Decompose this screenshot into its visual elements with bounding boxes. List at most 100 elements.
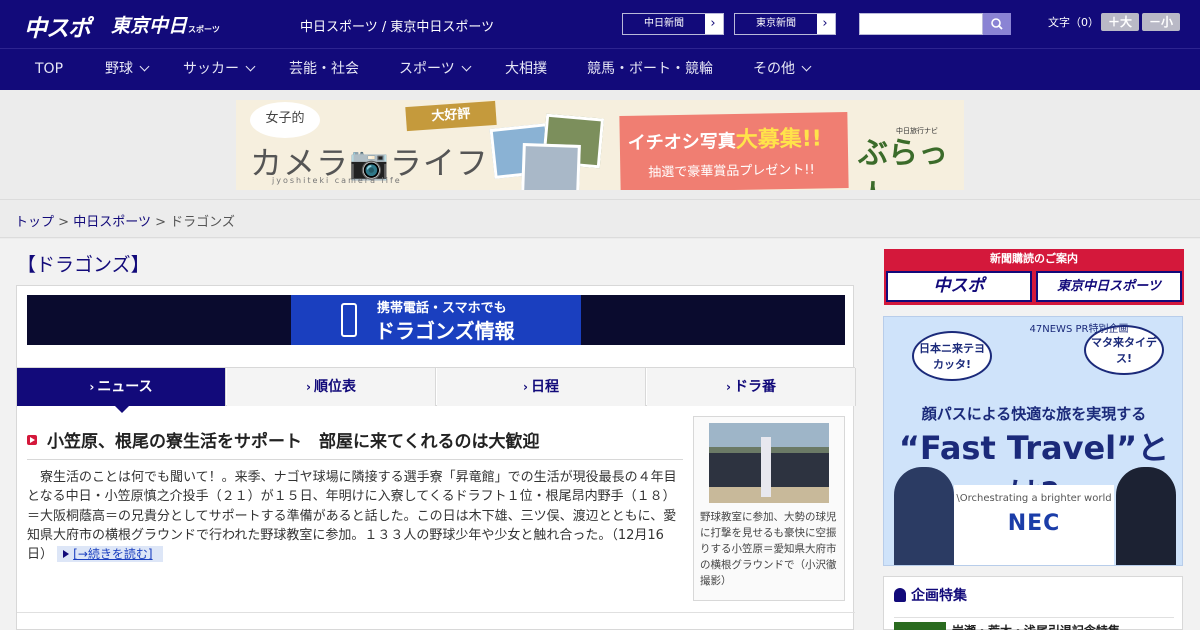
chuspo-logo[interactable]: 中スポ <box>24 9 91 43</box>
top-header: 中スポ 東京中日スポーツ 中日スポーツ / 東京中日スポーツ 中日新聞 › 東京… <box>0 0 1200 48</box>
tab-standings[interactable]: › 順位表 <box>227 368 436 406</box>
nav-label: 大相撲 <box>505 61 547 77</box>
ribbon-badge-icon <box>894 588 906 602</box>
tokyo-shimbun-label: 東京新聞 <box>735 14 817 34</box>
nav-item-entertainment[interactable]: 芸能・社会 <box>289 49 359 90</box>
banner-brand: ぶらっ人 <box>858 136 948 190</box>
subscribe-box: 新聞購読のご案内 中スポ 東京中日スポーツ <box>884 249 1184 305</box>
subscribe-chuspo-button[interactable]: 中スポ <box>886 271 1032 302</box>
breadcrumb-current: ドラゴンズ <box>170 215 235 230</box>
nav-label: 芸能・社会 <box>289 61 359 77</box>
tokyo-shimbun-link[interactable]: 東京新聞 › <box>734 13 836 35</box>
article-photo[interactable]: 野球教室に参加、大勢の球児に打撃を見せるも豪快に空振りする小笠原＝愛知県大府市の… <box>693 416 845 601</box>
banner-promo-sub: 抽選で豪華賞品プレゼント!! <box>648 162 815 181</box>
breadcrumb-bar: トップ > 中日スポーツ > ドラゴンズ <box>0 199 1200 238</box>
tokyo-chunichi-logo[interactable]: 東京中日スポーツ <box>111 11 220 38</box>
breadcrumb: トップ > 中日スポーツ > ドラゴンズ <box>15 211 235 230</box>
ad-person-left <box>894 467 954 565</box>
subscribe-tokyo-button[interactable]: 東京中日スポーツ <box>1036 271 1182 302</box>
chevron-down-icon <box>245 61 256 72</box>
nav-item-top[interactable]: TOP <box>35 49 63 90</box>
banner-photo <box>521 143 581 190</box>
chunichi-shimbun-label: 中日新聞 <box>623 14 705 34</box>
nav-item-sports[interactable]: スポーツ <box>399 49 472 90</box>
search-input[interactable] <box>859 13 983 35</box>
tokyo-logo-text: 東京中日 <box>111 15 188 37</box>
feature-thumbnail <box>894 622 946 630</box>
nav-label: サッカー <box>183 61 239 77</box>
feature-section: 企画特集 岩瀬・荒木・浅尾引退記念特集 <box>883 576 1183 630</box>
feature-title: 企画特集 <box>894 585 967 605</box>
nav-label: 野球 <box>105 61 133 77</box>
mobile-banner-line2: ドラゴンズ情報 <box>375 319 515 343</box>
chevron-right-icon: › <box>523 380 528 394</box>
article-headline[interactable]: 小笠原、根尾の寮生活をサポート 部屋に来てくれるのは大歓迎 <box>27 426 683 460</box>
subscribe-title: 新聞購読のご案内 <box>990 252 1078 265</box>
feature-item[interactable]: 岩瀬・荒木・浅尾引退記念特集 <box>894 617 1174 630</box>
chevron-right-icon: › <box>726 380 731 394</box>
camera-life-banner[interactable]: 女子的 カメラ📷ライフ jyoshiteki camera life 大好評 イ… <box>236 100 964 190</box>
tab-news[interactable]: › ニュース <box>17 368 226 413</box>
nav-label: TOP <box>35 61 64 77</box>
breadcrumb-chunichi-sports[interactable]: 中日スポーツ <box>73 215 151 230</box>
banner-promo-title: イチオシ写真大募集!! <box>627 120 822 155</box>
chevron-down-icon <box>139 61 150 72</box>
search-button[interactable] <box>983 13 1011 35</box>
ad-panel: \Orchestrating a brighter world NEC <box>954 485 1114 565</box>
font-size-label: 文字（0） <box>1048 16 1099 29</box>
page-title: 【ドラゴンズ】 <box>17 254 150 276</box>
nec-logo: NEC <box>1007 511 1061 536</box>
site-title: 中日スポーツ / 東京中日スポーツ <box>300 20 495 35</box>
mobile-dragons-banner[interactable]: 携帯電話・スマホでも ドラゴンズ情報 <box>27 295 845 345</box>
nav-label: その他 <box>753 61 795 77</box>
divider <box>17 612 855 613</box>
breadcrumb-separator: > <box>155 215 166 230</box>
font-smaller-button[interactable]: －小 <box>1142 13 1180 31</box>
main-nav: TOP 野球 サッカー 芸能・社会 スポーツ 大相撲 競馬・ボート・競輪 その他 <box>0 48 1200 90</box>
chevron-right-icon: › <box>89 380 95 394</box>
photo-batter <box>761 437 771 497</box>
tab-schedule[interactable]: › 日程 <box>437 368 646 406</box>
ad-line1: 顔パスによる快適な旅を実現する <box>921 405 1147 423</box>
chevron-down-icon <box>461 61 472 72</box>
play-icon <box>27 435 37 445</box>
banner-subtitle: jyoshiteki camera life <box>272 176 402 185</box>
nav-item-soccer[interactable]: サッカー <box>183 49 256 90</box>
chevron-right-icon: › <box>822 16 828 31</box>
mobile-banner-line1: 携帯電話・スマホでも <box>377 301 507 316</box>
feature-item-text: 岩瀬・荒木・浅尾引退記念特集 <box>952 622 1120 630</box>
ad-news-tag: 47NEWS PR特別企画 <box>1029 324 1129 335</box>
tab-dora-ban[interactable]: › ドラ番 <box>647 368 856 406</box>
photo-caption: 野球教室に参加、大勢の球児に打撃を見せるも豪快に空振りする小笠原＝愛知県大府市の… <box>700 511 837 587</box>
nec-ad[interactable]: 日本ニ来テヨカッタ! マタ来タイデス! 47NEWS PR特別企画 顔パスによる… <box>883 316 1183 566</box>
read-more-link[interactable]: [→続きを読む] <box>57 546 163 563</box>
feature-title-text: 企画特集 <box>911 588 967 604</box>
article-photo-image <box>709 423 829 503</box>
chunichi-shimbun-link[interactable]: 中日新聞 › <box>622 13 724 35</box>
tabs: › ニュース › 順位表 › 日程 › ドラ番 <box>17 367 856 413</box>
banner-bubble: 女子的 <box>250 102 320 138</box>
banner-promo-prefix: イチオシ写真 <box>627 130 736 154</box>
banner-ribbon: 大好評 <box>405 100 497 132</box>
chevron-down-icon <box>801 61 812 72</box>
search-icon <box>991 18 1003 30</box>
banner-photos <box>489 113 622 190</box>
banner-promo: イチオシ写真大募集!! 抽選で豪華賞品プレゼント!! <box>619 112 849 190</box>
content-box: 携帯電話・スマホでも ドラゴンズ情報 › ニュース › 順位表 › 日程 › ドラ番 小… <box>16 285 856 630</box>
phone-icon <box>341 303 357 337</box>
chevron-right-icon: › <box>306 380 311 394</box>
banner-promo-highlight: 大募集!! <box>735 126 823 153</box>
nav-label: スポーツ <box>399 61 455 77</box>
tokyo-logo-small: スポーツ <box>188 25 220 34</box>
nav-item-sumo[interactable]: 大相撲 <box>505 49 547 90</box>
breadcrumb-top[interactable]: トップ <box>15 215 54 230</box>
nav-item-baseball[interactable]: 野球 <box>105 49 150 90</box>
font-larger-button[interactable]: ＋大 <box>1101 13 1139 31</box>
tab-label: ニュース <box>97 379 153 395</box>
nav-item-other[interactable]: その他 <box>753 49 812 90</box>
tab-label: 順位表 <box>313 379 356 395</box>
ad-tagline: \Orchestrating a brighter world <box>956 493 1112 504</box>
nav-item-racing[interactable]: 競馬・ボート・競輪 <box>587 49 713 90</box>
breadcrumb-separator: > <box>58 215 70 230</box>
chevron-right-icon: › <box>710 16 716 31</box>
